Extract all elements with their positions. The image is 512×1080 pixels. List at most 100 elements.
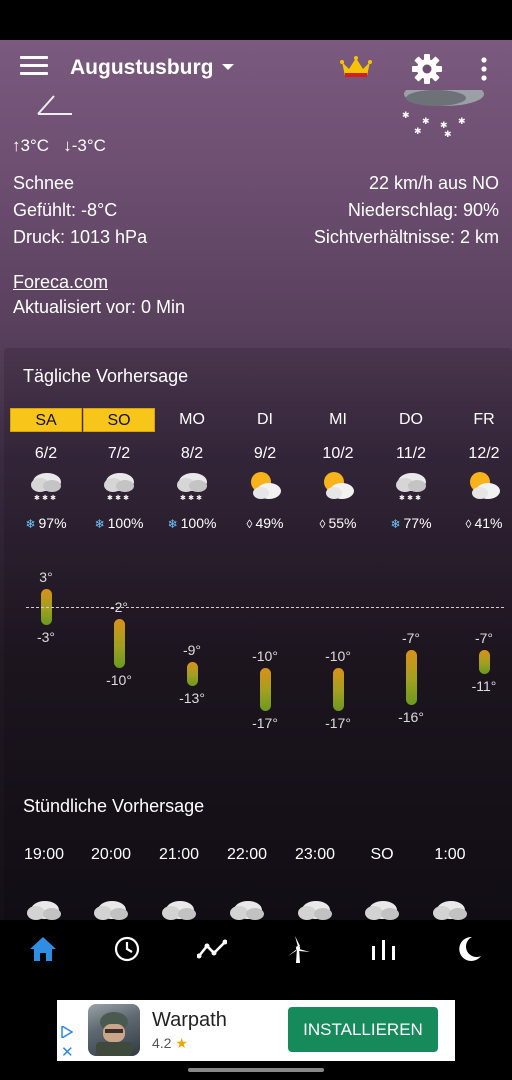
settings-gear-icon[interactable] [410, 52, 444, 86]
svg-text:✱ ✱ ✱: ✱ ✱ ✱ [107, 494, 129, 502]
trend-icon[interactable] [197, 934, 227, 964]
svg-text:✱ ✱ ✱: ✱ ✱ ✱ [399, 494, 421, 502]
pressure-text: Druck: 1013 hPa [13, 227, 148, 247]
precip-value: 100% [180, 515, 217, 531]
clock-icon[interactable] [112, 934, 142, 964]
temperature-bar [333, 668, 344, 711]
more-options-icon[interactable] [474, 54, 494, 84]
snow-cloud-icon [362, 898, 402, 920]
hour-label: 20:00 [90, 846, 132, 863]
home-indicator[interactable] [188, 1068, 324, 1072]
snow-cloud-icon: ✱ ✱ ✱ [83, 470, 155, 502]
day-name[interactable]: SO [83, 408, 155, 432]
app-bar: Augustusburg [0, 40, 512, 96]
sun-cloud-icon [229, 470, 301, 502]
raindrop-icon: ◊ [465, 517, 472, 531]
day-name[interactable]: FR [448, 408, 512, 432]
precip-value: 100% [107, 515, 144, 531]
ad-app-image[interactable] [88, 1004, 140, 1056]
temperature-bar [260, 668, 271, 711]
day-precipitation: ◊ 49% [229, 515, 301, 531]
temperature-range: ↑3°C ↓-3°C [12, 136, 106, 156]
svg-text:✱: ✱ [458, 117, 466, 127]
hour-label: 23:00 [294, 846, 336, 863]
day-precipitation: ◊ 55% [302, 515, 374, 531]
precip-value: 77% [403, 515, 432, 531]
precip-value: 41% [474, 515, 503, 531]
day-name[interactable]: DO [375, 408, 447, 432]
day-date: 10/2 [322, 445, 354, 462]
updated-text: Aktualisiert vor: 0 Min [13, 297, 186, 317]
temperature-bar [406, 649, 417, 705]
max-temp-label: -7° [474, 629, 494, 646]
moon-icon[interactable] [454, 934, 484, 964]
min-temp-label: -13° [179, 690, 205, 707]
raindrop-icon: ◊ [319, 517, 326, 531]
install-button[interactable]: INSTALLIEREN [288, 1007, 438, 1052]
hour-label: 22:00 [226, 846, 268, 863]
day-name[interactable]: SA [10, 408, 82, 432]
day-date: 8/2 [180, 445, 204, 462]
wind-text: 22 km/h aus NO [368, 173, 499, 193]
home-icon[interactable] [28, 934, 58, 964]
ad-rating: 4.2 ★ [152, 1035, 188, 1052]
day-date: 6/2 [34, 445, 58, 462]
daily-forecast-title: Tägliche Vorhersage [23, 366, 189, 386]
day-precipitation: ❄ 100% [83, 515, 155, 531]
snow-cloud-icon [430, 898, 470, 920]
min-temp-label: -16° [398, 708, 424, 725]
wind-turbine-icon[interactable] [283, 934, 313, 964]
snow-cloud-icon [295, 898, 335, 920]
temperature-max: ↑3°C [12, 136, 50, 155]
snowflake-icon: ❄ [94, 517, 105, 531]
foreca-link[interactable]: Foreca.com [13, 272, 108, 293]
hourly-forecast-title: Stündliche Vorhersage [23, 796, 205, 816]
hour-label: 19:00 [23, 846, 65, 863]
temperature-min: ↓-3°C [63, 136, 106, 155]
ad-app-title[interactable]: Warpath [152, 1009, 227, 1032]
crown-icon[interactable] [340, 54, 372, 82]
dropdown-arrow-icon[interactable] [220, 59, 236, 75]
detail-row-3: Druck: 1013 hPa Sichtverhältnisse: 2 km [13, 227, 499, 248]
feels-like-text: Gefühlt: -8°C [13, 200, 118, 220]
ad-choices-icon[interactable] [61, 1026, 73, 1038]
min-temp-label: -17° [325, 714, 351, 731]
detail-row-2: Gefühlt: -8°C Niederschlag: 90% [13, 200, 499, 221]
snow-cloud-icon: ✱ ✱ ✱ [156, 470, 228, 502]
snowflake-icon: ❄ [167, 517, 178, 531]
svg-text:✱ ✱ ✱: ✱ ✱ ✱ [34, 494, 56, 502]
day-precipitation: ◊ 41% [448, 515, 512, 531]
city-name[interactable]: Augustusburg [70, 56, 213, 80]
day-date: 7/2 [107, 445, 131, 462]
bars-icon[interactable] [369, 934, 399, 964]
hour-label: SO [370, 846, 394, 863]
status-bar [0, 0, 512, 40]
snow-cloud-icon [227, 898, 267, 920]
svg-text:✱: ✱ [402, 111, 410, 121]
max-temp-label: 3° [39, 568, 53, 585]
temperature-bar [479, 649, 490, 675]
wind-direction-icon [37, 95, 72, 115]
svg-text:✱: ✱ [414, 127, 422, 137]
temperature-bar [114, 619, 125, 668]
max-temp-label: -7° [401, 629, 421, 646]
visibility-text: Sichtverhältnisse: 2 km [313, 227, 499, 247]
ad-banner[interactable]: ✕ Warpath 4.2 ★ INSTALLIEREN [57, 1000, 455, 1061]
max-temp-label: -9° [182, 641, 202, 658]
max-temp-label: -10° [325, 648, 351, 664]
svg-text:✱ ✱ ✱: ✱ ✱ ✱ [180, 494, 202, 502]
weather-app: Augustusburg ✱ ✱ ✱ ✱ ✱ ✱ ↑3°C ↓-3°C Schn… [0, 40, 512, 920]
min-temp-label: -17° [252, 714, 278, 731]
day-name[interactable]: MO [156, 408, 228, 432]
day-date: 11/2 [396, 445, 426, 462]
ad-close-icon[interactable]: ✕ [61, 1043, 74, 1061]
day-name[interactable]: MI [302, 408, 374, 432]
day-name[interactable]: DI [229, 408, 301, 432]
svg-text:✱: ✱ [444, 130, 452, 138]
ad-rating-value: 4.2 [152, 1035, 172, 1051]
svg-text:✱: ✱ [422, 117, 430, 127]
star-icon: ★ [175, 1035, 188, 1051]
menu-icon[interactable] [20, 56, 48, 80]
min-temp-label: -10° [106, 672, 132, 688]
snow-cloud-icon: ✱ ✱ ✱ ✱ ✱ ✱ [402, 90, 484, 138]
